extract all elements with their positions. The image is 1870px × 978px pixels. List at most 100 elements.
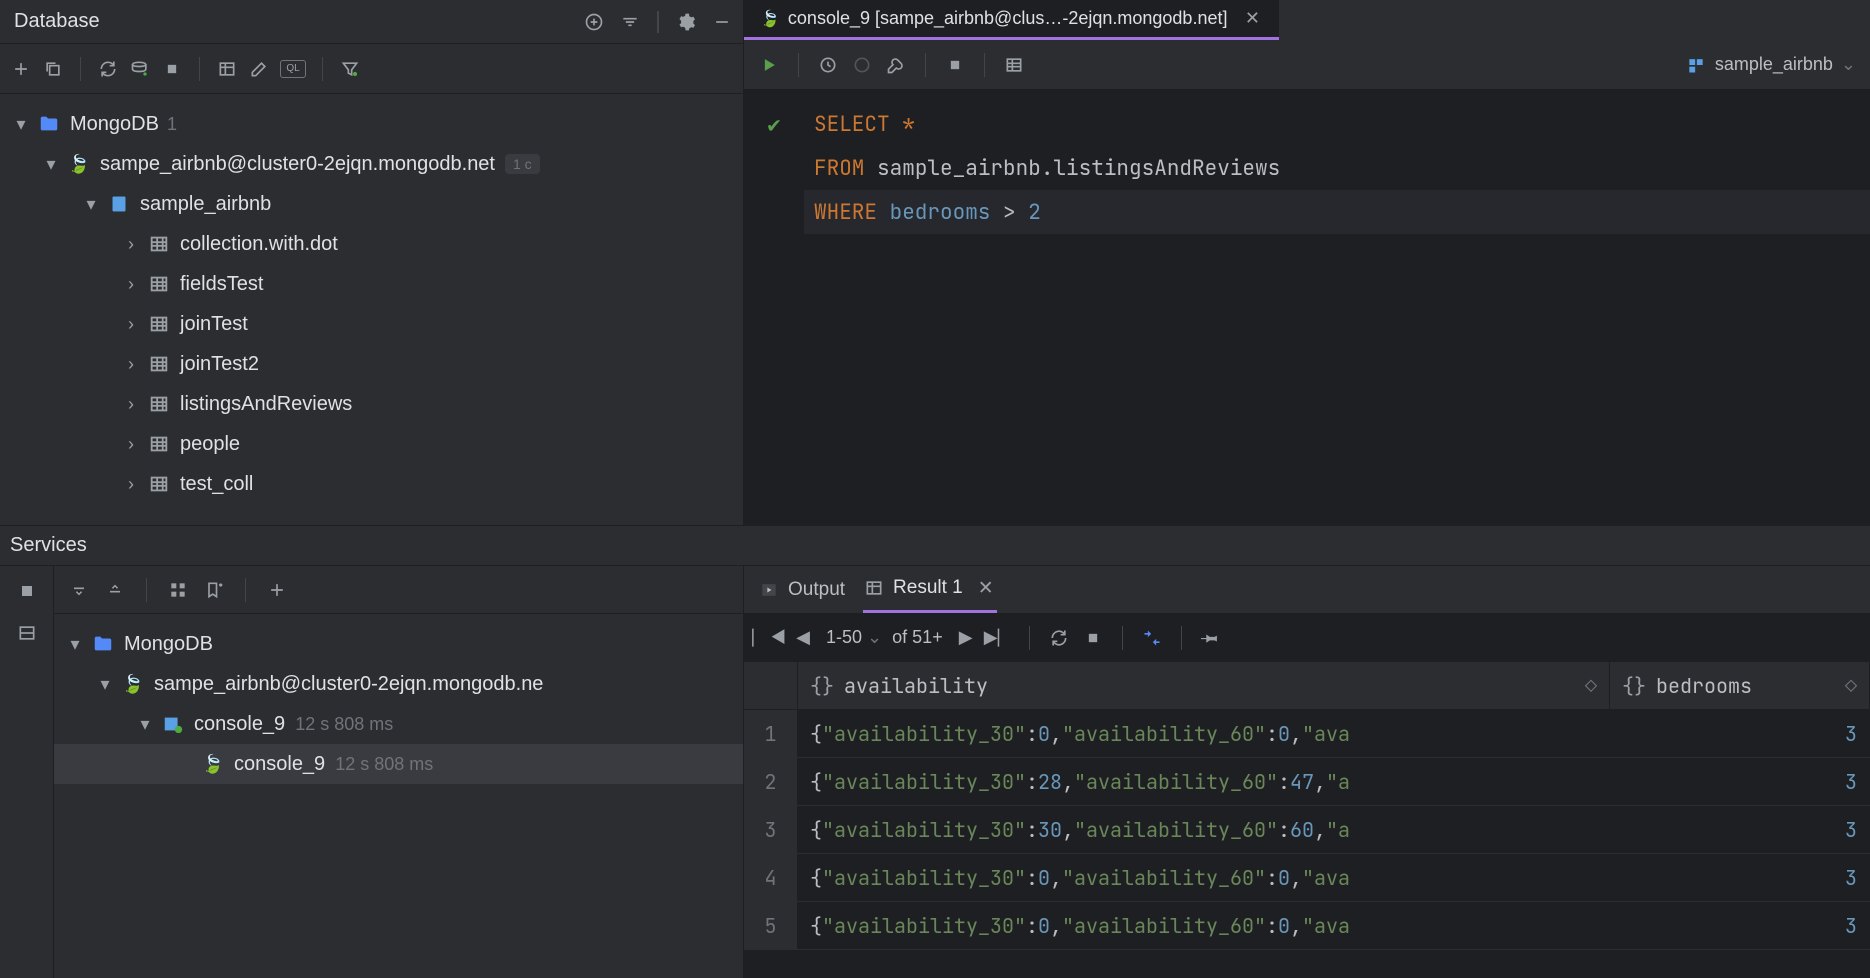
sync-filter-icon[interactable] [129, 58, 151, 80]
compare-icon[interactable] [1141, 627, 1163, 649]
last-page-icon[interactable]: ▶⎸ [989, 627, 1011, 649]
filter-stack-icon[interactable] [619, 11, 641, 33]
chevron-down-icon[interactable]: ▾ [42, 154, 60, 175]
stop-icon[interactable] [161, 58, 183, 80]
column-header-bedrooms[interactable]: {} bedrooms ◇ [1610, 662, 1870, 709]
table-view-icon[interactable] [216, 58, 238, 80]
chevron-down-icon[interactable]: ⌄ [867, 627, 882, 647]
chevron-right-icon[interactable]: › [122, 354, 140, 375]
tree-item[interactable]: ▾ 🍃 sampe_airbnb@cluster0-2ejqn.mongodb.… [54, 664, 743, 704]
minimize-icon[interactable] [711, 11, 733, 33]
chevron-down-icon[interactable]: ▾ [96, 674, 114, 695]
datasource-name[interactable]: sample_airbnb [1715, 54, 1833, 75]
table-row[interactable]: 2{"availability_30": 28, "availability_6… [744, 758, 1870, 806]
plus-icon[interactable] [266, 579, 288, 601]
table-row[interactable]: 3{"availability_30": 30, "availability_6… [744, 806, 1870, 854]
result-grid[interactable]: {} availability ◇ {} bedrooms ◇ 1{"avail… [744, 662, 1870, 978]
plus-icon[interactable] [10, 58, 32, 80]
table-row[interactable]: 4{"availability_30": 0, "availability_60… [744, 854, 1870, 902]
reload-icon[interactable] [1048, 627, 1070, 649]
wrench-icon[interactable] [885, 54, 907, 76]
bookmark-add-icon[interactable] [203, 579, 225, 601]
services-tree-panel: ▾ MongoDB ▾ 🍃 sampe_airbnb@cluster0-2ejq… [54, 566, 744, 978]
table-row[interactable]: 5{"availability_30": 0, "availability_60… [744, 902, 1870, 950]
ql-console-icon[interactable]: QL [280, 60, 306, 78]
grid-icon[interactable] [167, 579, 189, 601]
tree-connection[interactable]: ▾ 🍃 sampe_airbnb@cluster0-2ejqn.mongodb.… [0, 144, 743, 184]
chevron-down-icon[interactable]: ▾ [82, 194, 100, 215]
cell-availability[interactable]: {"availability_30": 0, "availability_60"… [798, 710, 1610, 757]
tree-table[interactable]: › joinTest [0, 304, 743, 344]
layout-icon[interactable] [16, 622, 38, 644]
stop-icon[interactable] [1082, 627, 1104, 649]
cell-availability[interactable]: {"availability_30": 0, "availability_60"… [798, 902, 1610, 949]
filter-funnel-icon[interactable] [339, 58, 361, 80]
cell-bedrooms[interactable]: 3 [1610, 758, 1870, 805]
history-icon[interactable] [817, 54, 839, 76]
tree-item[interactable]: ▾ MongoDB [54, 624, 743, 664]
stop-square-icon[interactable] [16, 580, 38, 602]
cell-bedrooms[interactable]: 3 [1610, 710, 1870, 757]
stop-icon[interactable] [944, 54, 966, 76]
mongodb-leaf-icon: 🍃 [202, 753, 224, 775]
copy-icon[interactable] [42, 58, 64, 80]
chevron-right-icon[interactable]: › [122, 434, 140, 455]
chevron-right-icon[interactable]: › [122, 234, 140, 255]
tree-label: people [180, 433, 240, 456]
refresh-icon[interactable] [97, 58, 119, 80]
collapse-icon[interactable] [68, 579, 90, 601]
edit-icon[interactable] [248, 58, 270, 80]
close-icon[interactable]: ✕ [1241, 8, 1263, 30]
gear-icon[interactable] [675, 11, 697, 33]
column-header-availability[interactable]: {} availability ◇ [798, 662, 1610, 709]
prev-page-icon[interactable]: ◀ [792, 627, 814, 649]
separator [657, 11, 659, 33]
tab-output[interactable]: Output [758, 566, 845, 613]
cell-availability[interactable]: {"availability_30": 30, "availability_60… [798, 806, 1610, 853]
chevron-down-icon[interactable]: ▾ [66, 634, 84, 655]
tree-table[interactable]: ›test_coll [0, 464, 743, 504]
tree-table[interactable]: › people [0, 424, 743, 464]
chevron-down-icon[interactable]: ▾ [136, 714, 154, 735]
cell-availability[interactable]: {"availability_30": 28, "availability_60… [798, 758, 1610, 805]
chevron-right-icon[interactable]: › [122, 394, 140, 415]
add-datasource-icon[interactable] [583, 11, 605, 33]
sort-icon[interactable]: ◇ [1585, 673, 1597, 699]
expand-icon[interactable] [104, 579, 126, 601]
editor-toolbar: sample_airbnb ⌄ [744, 40, 1870, 90]
next-page-icon[interactable]: ▶ [955, 627, 977, 649]
close-icon[interactable]: ✕ [975, 577, 997, 599]
table-row[interactable]: 1{"availability_30": 0, "availability_60… [744, 710, 1870, 758]
run-icon[interactable] [758, 54, 780, 76]
tree-table[interactable]: ›fieldsTest [0, 264, 743, 304]
row-number: 5 [744, 902, 798, 949]
chevron-right-icon[interactable]: › [122, 314, 140, 335]
services-title: Services [0, 526, 1870, 566]
cell-availability[interactable]: {"availability_30": 0, "availability_60"… [798, 854, 1610, 901]
tree-label: joinTest [180, 313, 248, 336]
sql-editor[interactable]: ✔ SELECT * FROM sample_airbnb.listingsAn… [744, 90, 1870, 525]
chevron-down-icon[interactable]: ▾ [12, 114, 30, 135]
tree-table[interactable]: ›collection.with.dot [0, 224, 743, 264]
tree-table[interactable]: ›listingsAndReviews [0, 384, 743, 424]
database-tree[interactable]: ▾ MongoDB 1 ▾ 🍃 sampe_airbnb@cluster0-2e… [0, 94, 743, 525]
sort-icon[interactable]: ◇ [1845, 673, 1857, 699]
first-page-icon[interactable]: ⎸◀ [758, 627, 780, 649]
chevron-right-icon[interactable]: › [122, 274, 140, 295]
chevron-down-icon[interactable]: ⌄ [1841, 54, 1856, 75]
tree-table[interactable]: ›joinTest2 [0, 344, 743, 384]
tree-database[interactable]: ▾ sample_airbnb [0, 184, 743, 224]
services-tree[interactable]: ▾ MongoDB ▾ 🍃 sampe_airbnb@cluster0-2ejq… [54, 614, 743, 978]
chevron-right-icon[interactable]: › [122, 474, 140, 495]
cell-bedrooms[interactable]: 3 [1610, 806, 1870, 853]
explain-plan-icon[interactable] [1003, 54, 1025, 76]
rollback-icon[interactable] [851, 54, 873, 76]
tab-result[interactable]: Result 1 ✕ [863, 566, 997, 613]
tree-item-console[interactable]: ▾ console_9 12 s 808 ms [54, 704, 743, 744]
cell-bedrooms[interactable]: 3 [1610, 902, 1870, 949]
editor-tab[interactable]: 🍃 console_9 [sampe_airbnb@clus…-2ejqn.mo… [744, 0, 1279, 40]
tree-root-mongodb[interactable]: ▾ MongoDB 1 [0, 104, 743, 144]
tree-item-console-leaf[interactable]: 🍃 console_9 12 s 808 ms [54, 744, 743, 784]
pin-icon[interactable] [1200, 627, 1222, 649]
cell-bedrooms[interactable]: 3 [1610, 854, 1870, 901]
